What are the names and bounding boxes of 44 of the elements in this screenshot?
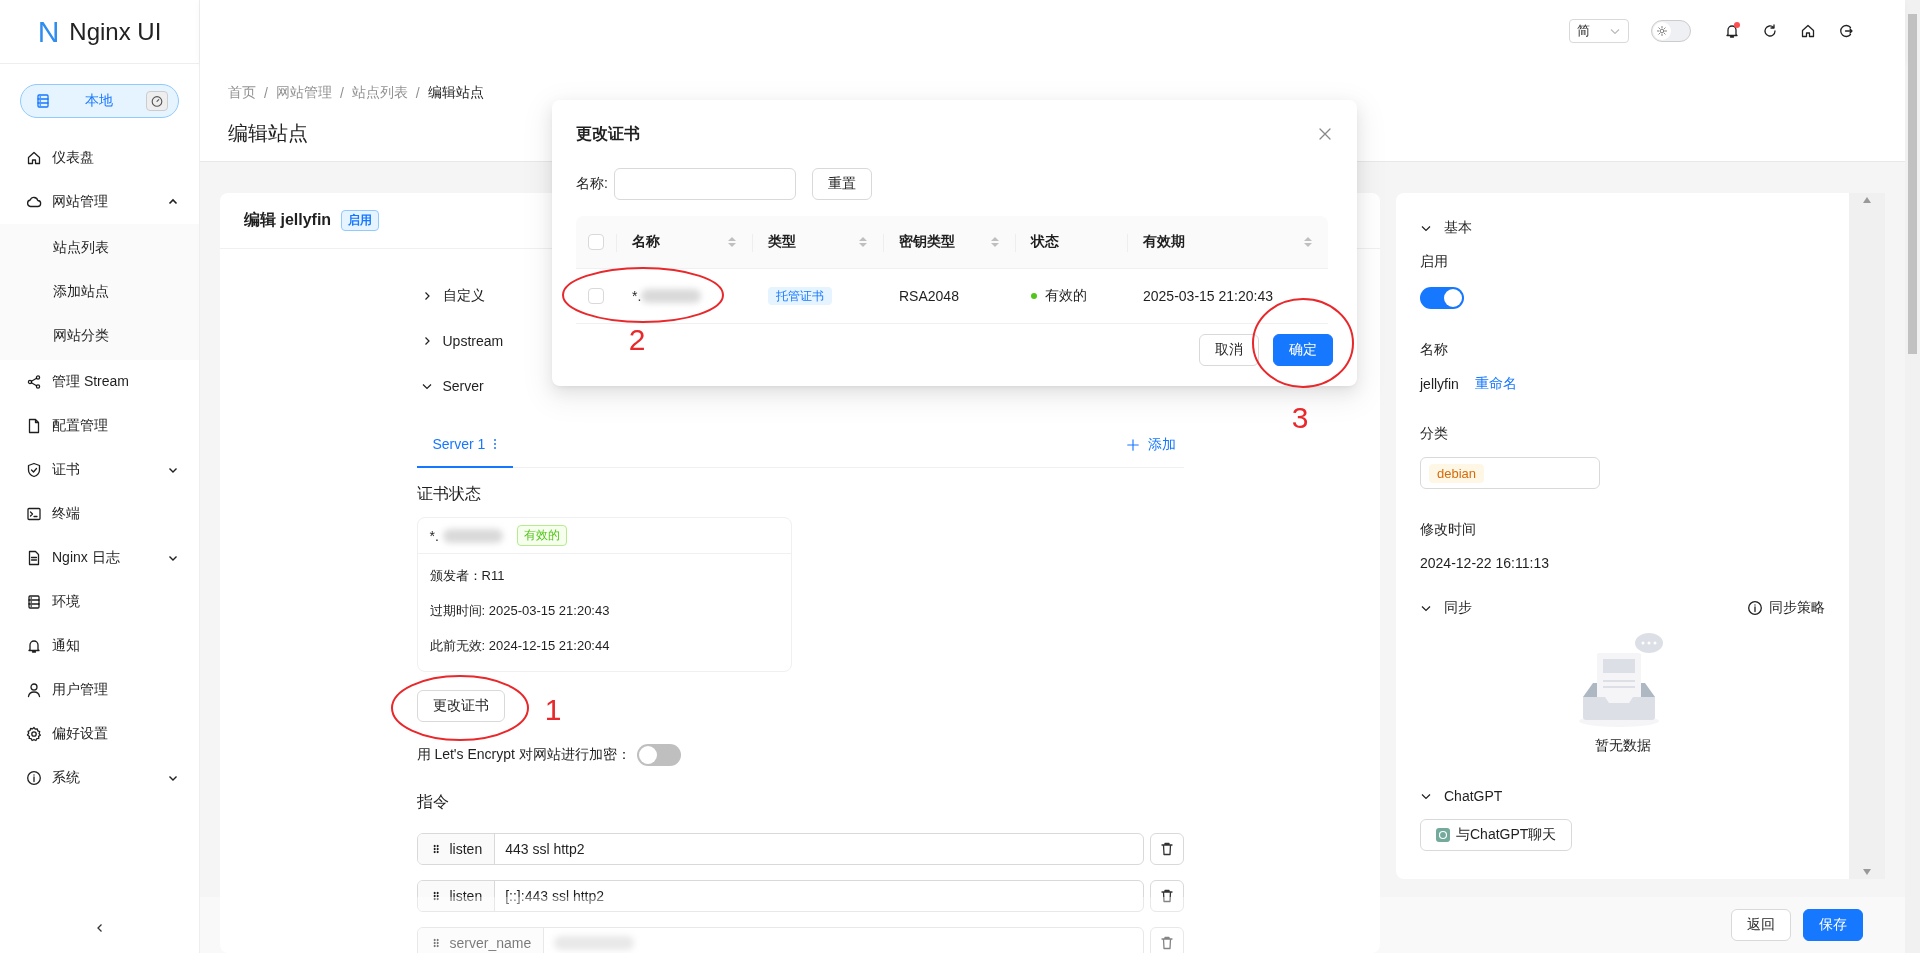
type-tag: 托管证书 bbox=[768, 287, 832, 305]
column-header: 名称 bbox=[632, 233, 660, 251]
field-label: 分类 bbox=[1420, 424, 1449, 443]
section-heading: 证书状态 bbox=[416, 484, 482, 504]
column-header: 状态 bbox=[1031, 233, 1059, 251]
column-header: 有效期 bbox=[1143, 233, 1185, 251]
filter-label: 名称: bbox=[576, 175, 608, 193]
directive-name: server_name bbox=[449, 935, 532, 951]
field-label: 名称 bbox=[1420, 340, 1449, 359]
certificate-detail: 过期时间: 2025-03-15 21:20:43 bbox=[429, 601, 611, 620]
column-header: 类型 bbox=[768, 233, 796, 251]
empty-message: 暂无数据 bbox=[1594, 737, 1651, 755]
directive-value: [::]:443 ssl http2 bbox=[505, 888, 605, 904]
node-label: 本地 bbox=[83, 92, 114, 110]
directive-name: listen bbox=[449, 841, 483, 857]
certificate-detail: 颁发者：R11 bbox=[429, 566, 506, 585]
table-cell: 2025-03-15 21:20:43 bbox=[1143, 288, 1273, 304]
breadcrumb-separator: / bbox=[339, 85, 344, 101]
site-name: jellyfin bbox=[1420, 376, 1459, 392]
column-header: 密钥类型 bbox=[899, 233, 955, 251]
modified-time: 2024-12-22 16:11:13 bbox=[1420, 555, 1549, 571]
app-name: Nginx UI bbox=[69, 17, 162, 46]
annotation-number: 3 bbox=[1291, 401, 1309, 434]
annotation-number: 2 bbox=[628, 323, 646, 356]
switch-label: 用 Let's Encrypt 对网站进行加密： bbox=[416, 746, 631, 764]
certificate-detail: 此前无效: 2024-12-15 21:20:44 bbox=[429, 636, 611, 655]
status-tag: 启用 bbox=[341, 210, 380, 231]
field-label: 启用 bbox=[1420, 252, 1449, 271]
table-cell: RSA2048 bbox=[899, 288, 959, 304]
dialog-title: 更改证书 bbox=[576, 123, 640, 144]
directive-name: listen bbox=[449, 888, 483, 904]
certificate-name: *. bbox=[429, 527, 439, 544]
breadcrumb-separator: / bbox=[415, 85, 420, 101]
status-tag: 有效的 bbox=[516, 525, 567, 546]
page-title: 编辑站点 bbox=[228, 121, 308, 146]
table-cell: 有效的 bbox=[1045, 287, 1087, 305]
breadcrumb-separator: / bbox=[264, 85, 268, 101]
field-label: 修改时间 bbox=[1420, 520, 1477, 539]
logo-letter: N bbox=[37, 16, 60, 47]
card-title: 编辑 jellyfin bbox=[244, 210, 332, 230]
directive-value: 443 ssl http2 bbox=[505, 841, 585, 857]
table-cell: *. bbox=[632, 288, 642, 304]
section-heading: 指令 bbox=[416, 792, 450, 812]
annotation-number: 1 bbox=[544, 693, 562, 726]
